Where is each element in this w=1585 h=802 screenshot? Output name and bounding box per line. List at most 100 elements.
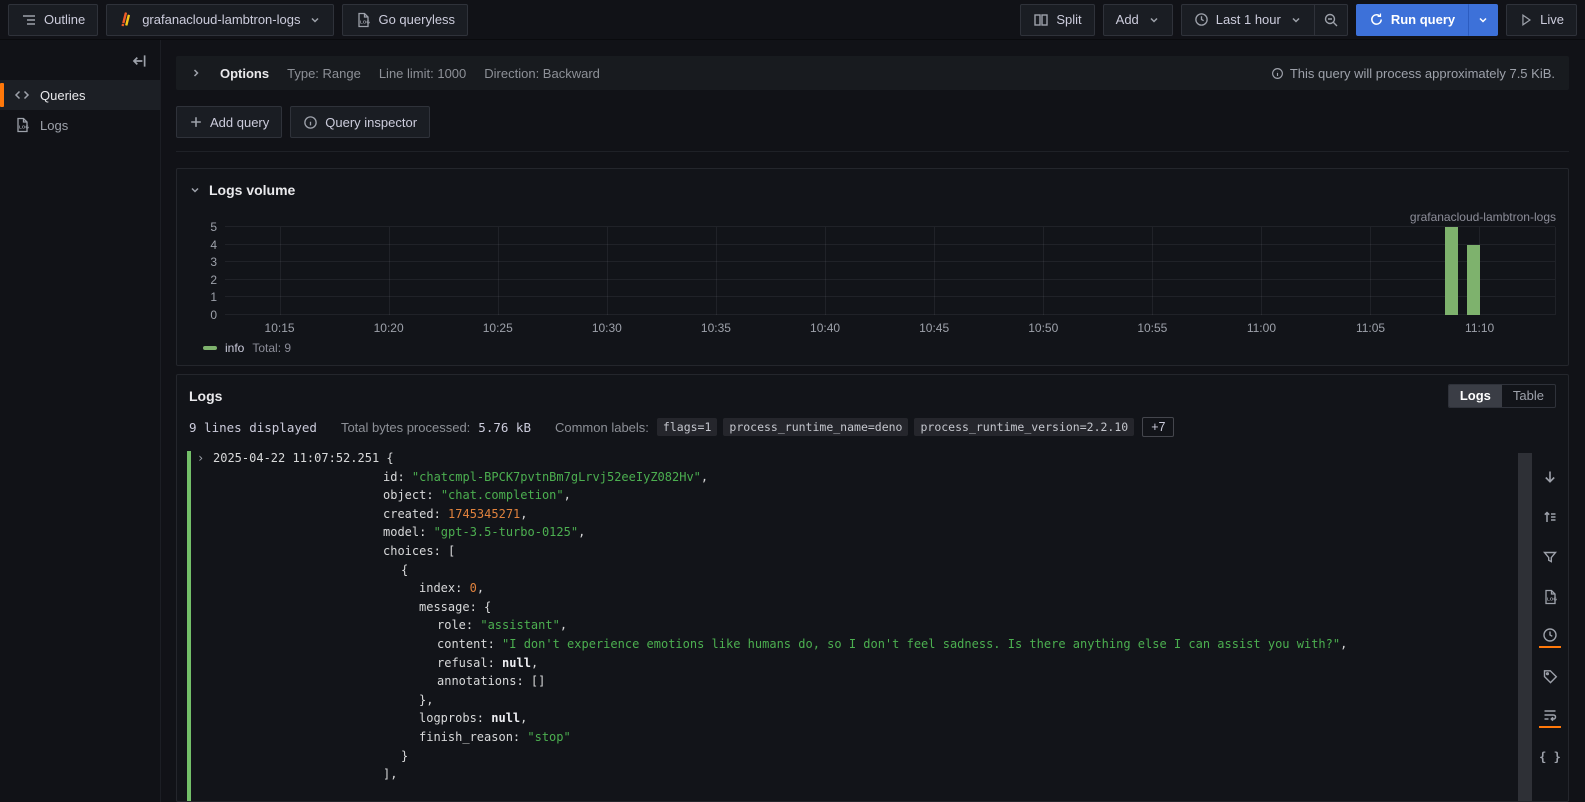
options-line-limit: Line limit: 1000 (379, 66, 466, 81)
log-json-line: object: "chat.completion", (197, 486, 1568, 505)
x-tick-label: 10:50 (1028, 321, 1058, 335)
logs-panel-header: Logs Logs Table (177, 381, 1568, 411)
chart-plot[interactable] (225, 227, 1556, 315)
log-json-line: choices: [ (197, 542, 1568, 561)
collapse-sidebar-icon[interactable] (130, 52, 148, 70)
refresh-icon (1369, 12, 1384, 27)
toggle-logs[interactable]: Logs (1449, 385, 1502, 407)
chevron-down-icon (1148, 14, 1160, 26)
go-queryless-label: Go queryless (378, 12, 455, 27)
logs-panel-title: Logs (189, 388, 222, 404)
toolbar-right-group: Split Add Last 1 hour Run query (1020, 4, 1577, 36)
query-cost-text: This query will process approximately 7.… (1290, 66, 1555, 81)
log-json-line: ], (197, 765, 1568, 784)
log-json-line: logprobs: null, (197, 709, 1568, 728)
chevron-down-icon (189, 184, 201, 196)
sidebar-item-logs[interactable]: LOG Logs (0, 110, 160, 140)
x-tick-label: 11:10 (1465, 321, 1494, 335)
braces-icon: { } (1539, 750, 1561, 764)
sort-order-button[interactable] (1538, 497, 1562, 537)
y-tick-label: 1 (210, 290, 217, 304)
go-queryless-button[interactable]: LOG Go queryless (342, 4, 468, 36)
time-range-button[interactable]: Last 1 hour (1181, 4, 1315, 36)
toggle-table[interactable]: Table (1502, 385, 1555, 407)
more-labels-button[interactable]: +7 (1142, 417, 1174, 437)
workspace: Queries LOG Logs Options Type: Range Lin… (0, 40, 1585, 802)
log-row-first-line: ›2025-04-22 11:07:52.251 { (197, 449, 1568, 468)
options-title: Options (220, 66, 269, 81)
logs-volume-header[interactable]: Logs volume (189, 175, 1556, 205)
sort-ascending-icon (1542, 509, 1558, 525)
wrap-lines-button[interactable] (1538, 697, 1562, 737)
options-direction: Direction: Backward (484, 66, 600, 81)
log-json-line: refusal: null, (197, 654, 1568, 673)
add-label: Add (1116, 12, 1139, 27)
prettify-json-button[interactable]: { } (1538, 737, 1562, 777)
total-bytes-value: 5.76 kB (478, 420, 531, 435)
outline-button[interactable]: Outline (8, 4, 98, 36)
top-toolbar: Outline grafanacloud-lambtron-logs LOG G… (0, 0, 1585, 40)
query-options-bar[interactable]: Options Type: Range Line limit: 1000 Dir… (176, 56, 1569, 90)
logs-scrollbar[interactable] (1518, 453, 1532, 801)
unique-labels-button[interactable] (1538, 657, 1562, 697)
legend-series-name[interactable]: info (225, 341, 244, 355)
info-circle-icon (1271, 67, 1284, 80)
wrap-lines-icon (1542, 707, 1558, 723)
logs-icon-rail: LOG { } (1538, 457, 1562, 777)
query-inspector-button[interactable]: Query inspector (290, 106, 430, 138)
volume-bar[interactable] (1445, 227, 1458, 315)
chart-y-labels: 012345 (189, 227, 225, 315)
chevron-down-icon (309, 14, 321, 26)
add-button[interactable]: Add (1103, 4, 1173, 36)
datasource-picker[interactable]: grafanacloud-lambtron-logs (106, 4, 334, 36)
chart-series-label: grafanacloud-lambtron-logs (1410, 210, 1556, 224)
log-row[interactable]: ›2025-04-22 11:07:52.251 { id: "chatcmpl… (187, 449, 1568, 784)
add-query-label: Add query (210, 115, 269, 130)
filter-button[interactable] (1538, 537, 1562, 577)
deduplication-button[interactable]: LOG (1538, 577, 1562, 617)
clock-icon (1194, 12, 1209, 27)
svg-text:LOG: LOG (19, 125, 29, 130)
log-json-line: model: "gpt-3.5-turbo-0125", (197, 523, 1568, 542)
log-json-line: id: "chatcmpl-BPCK7pvtnBm7gLrvj52eeIyZ08… (197, 468, 1568, 487)
sidebar-item-queries[interactable]: Queries (0, 80, 160, 110)
zoom-out-icon (1323, 12, 1339, 28)
zoom-out-time-button[interactable] (1315, 4, 1348, 36)
datasource-name: grafanacloud-lambtron-logs (142, 12, 300, 27)
sidebar-item-label: Logs (40, 118, 68, 133)
x-tick-label: 10:35 (701, 321, 731, 335)
log-file-icon: LOG (14, 117, 30, 133)
lines-displayed: 9 lines displayed (189, 420, 317, 435)
logs-meta-row: 9 lines displayed Total bytes processed:… (177, 411, 1568, 441)
log-json-line: created: 1745345271, (197, 505, 1568, 524)
scroll-to-bottom-button[interactable] (1538, 457, 1562, 497)
svg-text:LOG: LOG (360, 19, 370, 24)
split-button[interactable]: Split (1020, 4, 1094, 36)
explore-main: Options Type: Range Line limit: 1000 Dir… (161, 40, 1585, 802)
log-json-lines: id: "chatcmpl-BPCK7pvtnBm7gLrvj52eeIyZ08… (197, 468, 1568, 784)
expand-log-row-icon[interactable]: › (197, 449, 213, 468)
volume-bar[interactable] (1467, 245, 1480, 315)
x-tick-label: 10:15 (265, 321, 295, 335)
log-file-icon: LOG (1542, 589, 1558, 605)
common-label-chip: flags=1 (657, 418, 717, 436)
log-json-line: index: 0, (197, 579, 1568, 598)
arrow-down-icon (1542, 469, 1558, 485)
logs-panel: Logs Logs Table 9 lines displayed Total … (176, 374, 1569, 802)
log-json-line: } (197, 747, 1568, 766)
run-query-button[interactable]: Run query (1356, 4, 1468, 36)
live-button[interactable]: Live (1506, 4, 1577, 36)
y-tick-label: 4 (210, 238, 217, 252)
filter-funnel-icon (1542, 549, 1558, 565)
show-time-button[interactable] (1538, 617, 1562, 657)
log-json-line: { (197, 561, 1568, 580)
active-indicator (1539, 646, 1561, 648)
run-query-caret-button[interactable] (1468, 4, 1498, 36)
log-json-line: message: { (197, 598, 1568, 617)
log-rows-area: ›2025-04-22 11:07:52.251 { id: "chatcmpl… (177, 449, 1568, 801)
log-json-line: }, (197, 691, 1568, 710)
add-query-button[interactable]: Add query (176, 106, 282, 138)
outline-label: Outline (44, 12, 85, 27)
options-type: Type: Range (287, 66, 361, 81)
plus-icon (189, 115, 203, 129)
